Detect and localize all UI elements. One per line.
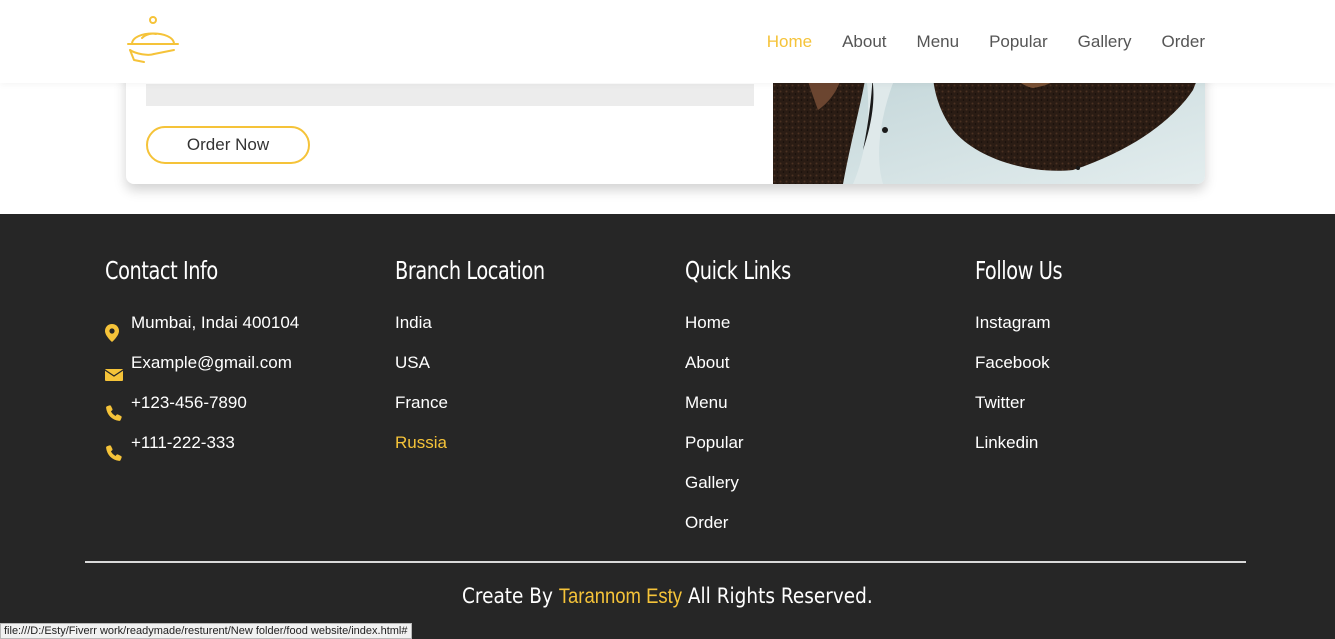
branch-link-russia[interactable]: Russia bbox=[395, 420, 447, 466]
site-footer: Contact Info Mumbai, Indai 400104 Exampl… bbox=[0, 214, 1335, 639]
follow-us-column: Follow Us Instagram Facebook Twitter Lin… bbox=[975, 256, 1076, 463]
quick-link-order[interactable]: Order bbox=[685, 500, 728, 546]
nav-popular[interactable]: Popular bbox=[989, 31, 1048, 53]
map-marker-icon bbox=[105, 314, 123, 342]
branch-location-heading: Branch Location bbox=[395, 256, 545, 285]
contact-email[interactable]: Example@gmail.com bbox=[104, 343, 299, 383]
contact-address: Mumbai, Indai 400104 bbox=[105, 303, 299, 343]
credit-prefix: Create By bbox=[462, 584, 559, 608]
card-text-placeholder bbox=[146, 84, 754, 106]
nav-order[interactable]: Order bbox=[1162, 31, 1205, 53]
social-link-linkedin[interactable]: Linkedin bbox=[975, 420, 1038, 466]
contact-phone-2[interactable]: +111-222-333 bbox=[105, 423, 299, 463]
browser-status-bar: file:///D:/Esty/Fiverr work/readymade/re… bbox=[0, 623, 412, 639]
main-nav: Home About Menu Popular Gallery Order bbox=[737, 31, 1205, 53]
footer-divider bbox=[85, 561, 1246, 563]
envelope-icon bbox=[104, 354, 124, 381]
contact-info-column: Contact Info Mumbai, Indai 400104 Exampl… bbox=[104, 256, 299, 463]
phone-icon bbox=[105, 394, 123, 421]
credit-author-name: Tarannom Esty bbox=[558, 585, 683, 608]
branch-location-column: Branch Location India USA France Russia bbox=[395, 256, 569, 463]
quick-links-column: Quick Links Home About Menu Popular Gall… bbox=[685, 256, 808, 543]
quick-links-heading: Quick Links bbox=[685, 256, 791, 285]
nav-about[interactable]: About bbox=[842, 31, 886, 53]
nav-home[interactable]: Home bbox=[767, 31, 812, 53]
nav-menu[interactable]: Menu bbox=[917, 31, 960, 53]
footer-credit: Create By Tarannom Esty All Rights Reser… bbox=[0, 584, 1335, 609]
contact-phone-1[interactable]: +123-456-7890 bbox=[105, 383, 299, 423]
credit-suffix: All Rights Reserved. bbox=[682, 584, 873, 608]
contact-phone-2-text: +111-222-333 bbox=[131, 433, 235, 452]
contact-info-heading: Contact Info bbox=[105, 256, 218, 285]
site-header: Home About Menu Popular Gallery Order bbox=[0, 0, 1335, 83]
follow-us-heading: Follow Us bbox=[975, 256, 1063, 285]
nav-gallery[interactable]: Gallery bbox=[1078, 31, 1132, 53]
order-now-button[interactable]: Order Now bbox=[146, 126, 310, 164]
phone-icon bbox=[105, 434, 123, 461]
serving-cloche-icon[interactable] bbox=[124, 14, 182, 66]
